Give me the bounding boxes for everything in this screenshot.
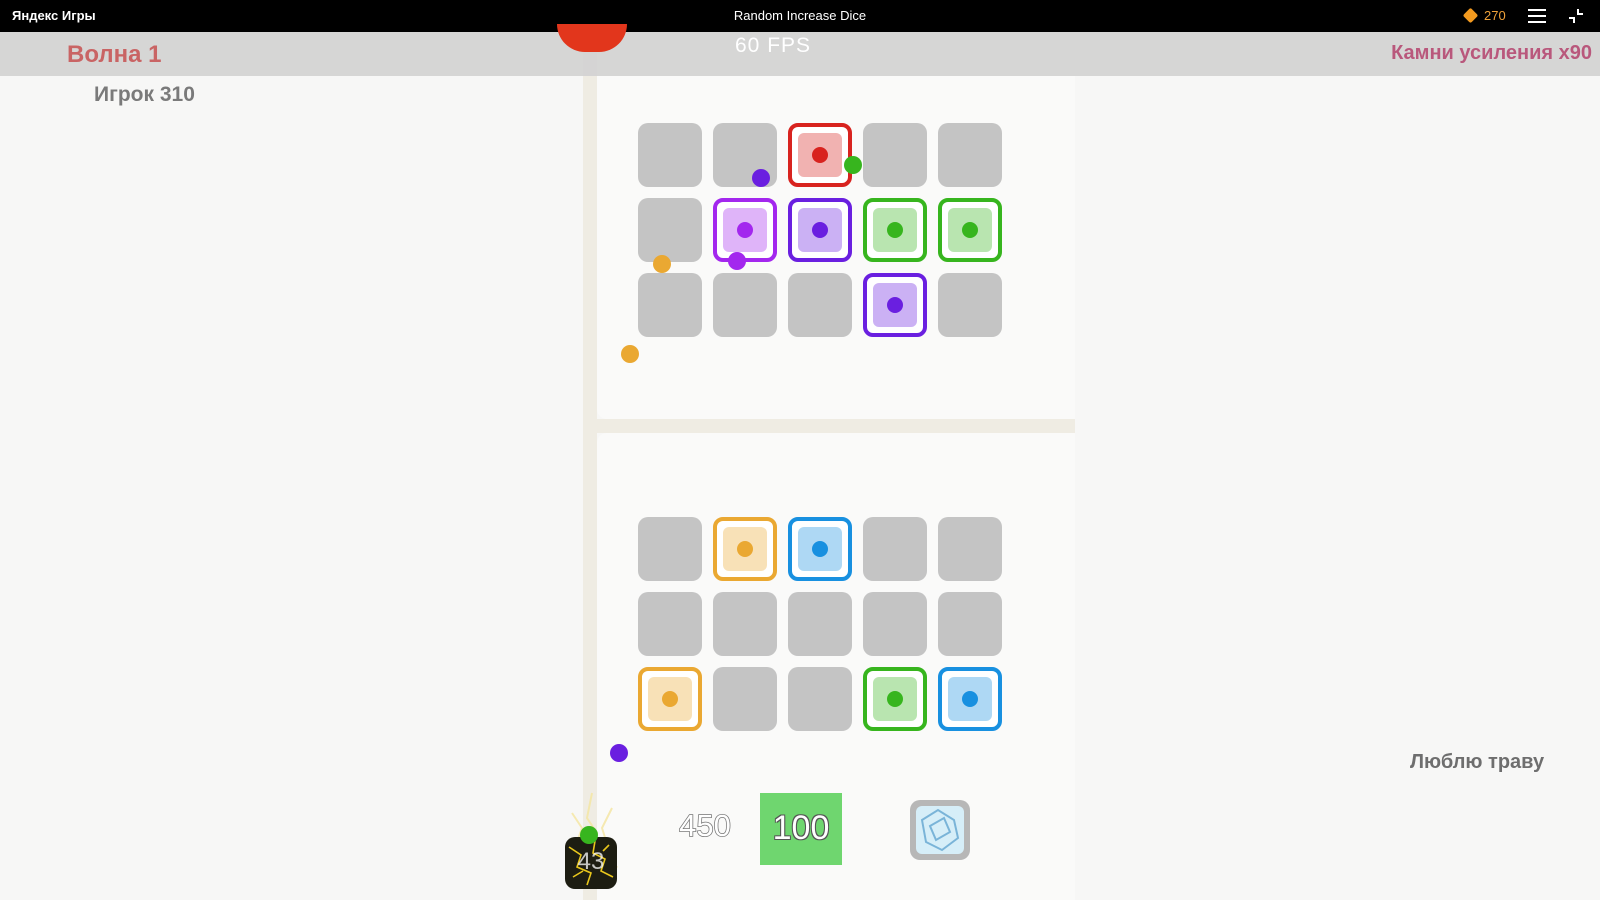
empty-slot[interactable] [788, 273, 852, 337]
projectile [752, 169, 770, 187]
empty-slot[interactable] [938, 592, 1002, 656]
empty-slot[interactable] [713, 592, 777, 656]
empty-slot[interactable] [938, 517, 1002, 581]
die-pip [737, 541, 753, 557]
empty-slot[interactable] [788, 592, 852, 656]
enemy-path-horizontal [583, 419, 1075, 433]
coin-balance: 270 [1484, 8, 1506, 23]
blue-die[interactable] [788, 517, 852, 581]
die-pip [962, 691, 978, 707]
die-pip [962, 222, 978, 238]
wave-label: Волна 1 [67, 41, 162, 68]
red-die[interactable] [788, 123, 852, 187]
spawn-button-label: 100 [772, 809, 830, 847]
green-die[interactable] [938, 198, 1002, 262]
empty-slot[interactable] [863, 517, 927, 581]
orange-die[interactable] [713, 517, 777, 581]
die-pip [662, 691, 678, 707]
empty-slot[interactable] [713, 273, 777, 337]
dice-upgrade-icon[interactable] [908, 798, 972, 862]
projectile [580, 826, 598, 844]
player-nickname: Люблю траву [1410, 751, 1545, 773]
projectile [621, 345, 639, 363]
green-die[interactable] [863, 198, 927, 262]
empty-slot[interactable] [938, 123, 1002, 187]
empty-slot[interactable] [788, 667, 852, 731]
empty-slot[interactable] [863, 592, 927, 656]
empty-slot[interactable] [713, 667, 777, 731]
die-pip [812, 222, 828, 238]
violet-die[interactable] [788, 198, 852, 262]
empty-slot[interactable] [638, 592, 702, 656]
violet-die[interactable] [863, 273, 927, 337]
empty-slot[interactable] [638, 517, 702, 581]
game-title: Random Increase Dice [733, 8, 867, 23]
boost-stones-label: Камни усиления x90 [1391, 42, 1592, 64]
fps-counter: 60 FPS [735, 34, 812, 57]
projectile [728, 252, 746, 270]
menu-icon[interactable] [1528, 9, 1546, 23]
empty-slot[interactable] [638, 198, 702, 262]
die-pip [737, 222, 753, 238]
opponent-name: Игрок 310 [94, 83, 195, 106]
blue-die[interactable] [938, 667, 1002, 731]
spawn-die-button[interactable]: 100 [760, 793, 842, 865]
opponent-dice-grid [638, 123, 1002, 337]
empty-slot[interactable] [863, 123, 927, 187]
empty-slot[interactable] [638, 123, 702, 187]
exit-fullscreen-icon[interactable] [1568, 8, 1584, 24]
die-pip [812, 541, 828, 557]
green-die[interactable] [863, 667, 927, 731]
purple-die[interactable] [713, 198, 777, 262]
die-pip [887, 297, 903, 313]
projectile [844, 156, 862, 174]
orange-die[interactable] [638, 667, 702, 731]
spawn-cost: 450 [678, 807, 731, 844]
top-bar: Яндекс Игры Random Increase Dice 270 [0, 0, 1600, 32]
ability-count: 43 [577, 848, 605, 875]
empty-slot[interactable] [938, 273, 1002, 337]
enemy-path-vertical [583, 32, 597, 900]
die-pip [887, 691, 903, 707]
player-dice-grid [638, 517, 1002, 731]
projectile [653, 255, 671, 273]
die-pip [812, 147, 828, 163]
die-pip [887, 222, 903, 238]
projectile [610, 744, 628, 762]
empty-slot[interactable] [638, 273, 702, 337]
